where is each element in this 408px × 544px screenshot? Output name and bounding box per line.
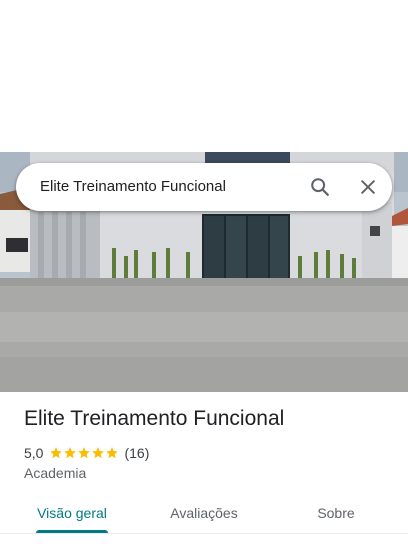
search-button[interactable] xyxy=(304,171,336,203)
tab-about[interactable]: Sobre xyxy=(288,490,384,538)
star-rating xyxy=(49,446,119,460)
review-count[interactable]: (16) xyxy=(124,445,149,461)
place-tabs: Visão geral Avaliações Sobre xyxy=(0,490,408,544)
star-icon xyxy=(106,447,119,459)
star-icon xyxy=(92,447,105,459)
tab-reviews[interactable]: Avaliações xyxy=(156,490,252,538)
place-title: Elite Treinamento Funcional xyxy=(24,407,285,430)
rating-value: 5,0 xyxy=(24,445,44,461)
map-blank-area xyxy=(0,0,408,152)
search-icon xyxy=(311,178,329,196)
search-input[interactable]: Elite Treinamento Funcional xyxy=(40,163,226,211)
star-icon xyxy=(78,447,91,459)
rating-row[interactable]: 5,0 (16) xyxy=(24,443,149,463)
star-icon xyxy=(64,447,77,459)
close-icon xyxy=(361,180,375,194)
star-icon xyxy=(50,447,63,459)
close-button[interactable] xyxy=(352,171,384,203)
tabs-divider xyxy=(0,533,408,534)
search-bar[interactable]: Elite Treinamento Funcional xyxy=(16,163,392,211)
place-category[interactable]: Academia xyxy=(24,465,86,481)
